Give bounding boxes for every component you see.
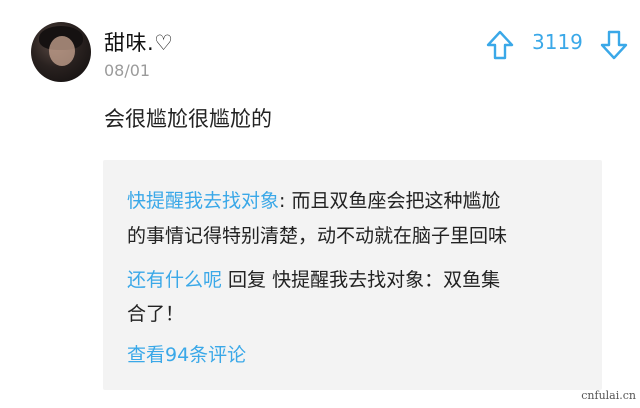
reply-text-4: 合了！ [127,303,185,325]
vote-controls: 3119 [486,26,628,62]
arrow-up-outline-icon[interactable] [486,30,514,60]
username[interactable]: 甜味.♡ [104,27,174,57]
reply-target-separator: ： [424,269,444,291]
arrow-down-outline-icon[interactable] [600,30,628,60]
reply-target: 快提醒我去找对象 [272,269,425,291]
reply-text-2: 的事情记得特别清楚，动不动就在脑子里回味 [127,225,508,247]
reply-text-3: 双鱼集 [443,269,501,291]
replies-box: 快提醒我去找对象: 而且双鱼座会把这种尴尬 的事情记得特别清楚，动不动就在脑子里… [103,160,602,390]
reply-user-link[interactable]: 还有什么呢 [127,269,222,291]
reply-separator: : [279,190,292,212]
avatar[interactable] [31,22,91,82]
reply-word: 回复 [222,269,273,291]
reply-line-1: 快提醒我去找对象: 而且双鱼座会把这种尴尬 [127,186,500,213]
comment-card: 甜味.♡ 08/01 3119 会很尴尬很尴尬的 快提醒我去找对象: 而且双鱼座… [0,0,640,408]
vote-count: 3119 [532,30,583,54]
view-more-comments-link[interactable]: 查看94条评论 [127,340,246,367]
comment-content: 会很尴尬很尴尬的 [104,107,272,131]
reply-line-2: 的事情记得特别清楚，动不动就在脑子里回味 [127,221,507,248]
watermark: cnfulai.cn [581,389,636,402]
reply-line-4: 合了！ [127,299,184,326]
reply-line-3: 还有什么呢 回复 快提醒我去找对象：双鱼集 [127,265,500,292]
avatar-face [49,36,75,66]
post-date: 08/01 [104,61,151,80]
reply-author-link[interactable]: 快提醒我去找对象 [127,190,279,212]
reply-text-1: 而且双鱼座会把这种尴尬 [291,190,501,212]
